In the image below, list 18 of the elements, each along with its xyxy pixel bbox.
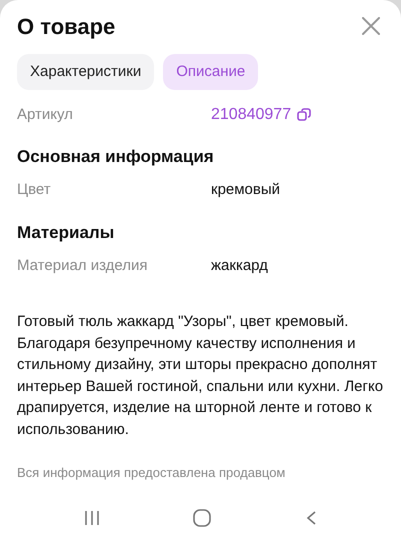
field-label: Материал изделия (17, 256, 148, 276)
section-heading: Основная информация (17, 146, 215, 168)
back-icon[interactable] (305, 510, 318, 526)
recent-apps-icon[interactable] (84, 510, 100, 526)
field-value: кремовый (211, 180, 280, 200)
field-value: жаккард (211, 256, 268, 276)
field-label: Цвет (17, 180, 52, 200)
copy-icon[interactable] (297, 108, 312, 122)
tab[interactable]: Характеристики (17, 54, 154, 90)
footer-note: Вся информация предоставлена продавцом (17, 464, 286, 482)
sheet-title: О товаре (17, 12, 116, 41)
field-label: Артикул (17, 104, 74, 125)
description-text: Готовый тюль жаккард "Узоры", цвет кремовый. Благодаря безупречному качеству исполнения и стильному дизайну, эти шторы прекрасно дополнят интерьер Вашей гостиной, спальни или кухни. Легко драпируется, изделие на шторной ленте и готово к использованию. (17, 312, 384, 440)
close-icon[interactable] (362, 17, 380, 35)
tab[interactable]: Описание (163, 54, 258, 90)
section-heading: Материалы (17, 222, 116, 244)
home-icon[interactable] (193, 508, 212, 526)
article-number[interactable]: 210840977 (211, 103, 292, 127)
